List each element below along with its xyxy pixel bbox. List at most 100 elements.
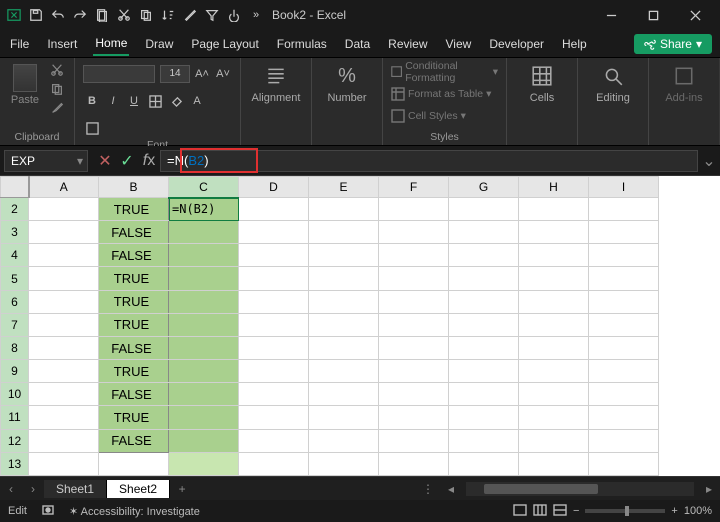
macro-record-icon[interactable]: [41, 503, 55, 520]
cell[interactable]: [169, 313, 239, 336]
cell[interactable]: TRUE: [99, 360, 169, 383]
row-header[interactable]: 9: [1, 360, 29, 383]
zoom-in-button[interactable]: +: [671, 505, 677, 517]
cell[interactable]: [169, 406, 239, 429]
cell[interactable]: [449, 452, 519, 475]
cell[interactable]: [379, 267, 449, 290]
minimize-button[interactable]: [596, 3, 626, 27]
cell[interactable]: [29, 429, 99, 452]
cell[interactable]: [519, 383, 589, 406]
column-header[interactable]: D: [239, 177, 309, 198]
copy-icon[interactable]: [136, 5, 156, 25]
new-file-icon[interactable]: [92, 5, 112, 25]
cell[interactable]: [379, 198, 449, 221]
row-header[interactable]: 7: [1, 313, 29, 336]
column-header[interactable]: H: [519, 177, 589, 198]
cell[interactable]: FALSE: [99, 336, 169, 359]
cell[interactable]: [169, 221, 239, 244]
cell[interactable]: [309, 429, 379, 452]
cell[interactable]: [449, 313, 519, 336]
row-header[interactable]: 8: [1, 336, 29, 359]
cell[interactable]: [519, 290, 589, 313]
underline-button[interactable]: U: [125, 92, 143, 110]
bold-button[interactable]: B: [83, 92, 101, 110]
cell[interactable]: [239, 360, 309, 383]
cell[interactable]: [519, 406, 589, 429]
cell[interactable]: [239, 221, 309, 244]
cell[interactable]: [589, 221, 659, 244]
conditional-formatting-button[interactable]: Conditional Formatting ▾: [391, 62, 498, 82]
cell[interactable]: [239, 244, 309, 267]
cell-styles-button[interactable]: Cell Styles ▾: [391, 106, 466, 126]
column-header[interactable]: I: [589, 177, 659, 198]
expand-formula-bar-icon[interactable]: ⌄: [698, 151, 720, 171]
column-header[interactable]: A: [29, 177, 99, 198]
cell[interactable]: [239, 313, 309, 336]
increase-font-icon[interactable]: A˄: [193, 65, 211, 83]
close-button[interactable]: [680, 3, 710, 27]
tab-draw[interactable]: Draw: [143, 33, 175, 55]
column-header[interactable]: C: [169, 177, 239, 198]
format-painter-icon[interactable]: [48, 100, 66, 116]
tab-data[interactable]: Data: [343, 33, 372, 55]
alignment-button[interactable]: Alignment: [249, 62, 303, 104]
cell[interactable]: [379, 406, 449, 429]
cell[interactable]: TRUE: [99, 198, 169, 221]
view-page-layout-icon[interactable]: [533, 504, 547, 519]
cell[interactable]: [449, 429, 519, 452]
cell[interactable]: [169, 452, 239, 475]
cell[interactable]: [379, 244, 449, 267]
row-header[interactable]: 3: [1, 221, 29, 244]
decrease-font-icon[interactable]: A˅: [214, 65, 232, 83]
cell[interactable]: [309, 406, 379, 429]
worksheet-grid[interactable]: ABCDEFGHI2TRUE=N(B2)3FALSE4FALSE5TRUE6TR…: [0, 176, 720, 476]
cell[interactable]: [519, 429, 589, 452]
cell[interactable]: FALSE: [99, 244, 169, 267]
cell[interactable]: [29, 221, 99, 244]
number-button[interactable]: %Number: [320, 62, 374, 104]
paste-button[interactable]: Paste: [8, 62, 42, 106]
sheet-nav-prev[interactable]: ‹: [0, 482, 22, 496]
more-icon[interactable]: »: [246, 5, 266, 25]
cell[interactable]: [589, 313, 659, 336]
cell[interactable]: [379, 313, 449, 336]
cell[interactable]: [309, 336, 379, 359]
cell[interactable]: TRUE: [99, 313, 169, 336]
cell[interactable]: FALSE: [99, 383, 169, 406]
editing-button[interactable]: Editing: [586, 62, 640, 104]
row-header[interactable]: 11: [1, 406, 29, 429]
cell[interactable]: [449, 267, 519, 290]
cell[interactable]: [29, 360, 99, 383]
zoom-slider[interactable]: [585, 509, 665, 513]
cell[interactable]: [589, 429, 659, 452]
row-header[interactable]: 2: [1, 198, 29, 221]
cell[interactable]: [239, 429, 309, 452]
cancel-icon[interactable]: ✕: [94, 150, 116, 172]
borders-icon[interactable]: [83, 119, 101, 137]
cell[interactable]: [589, 383, 659, 406]
cell[interactable]: [449, 336, 519, 359]
horizontal-scrollbar[interactable]: [466, 482, 694, 496]
cell[interactable]: [449, 244, 519, 267]
add-sheet-button[interactable]: +: [170, 482, 194, 496]
cell[interactable]: [519, 244, 589, 267]
cell[interactable]: [239, 406, 309, 429]
cell[interactable]: [309, 452, 379, 475]
tab-home[interactable]: Home: [93, 32, 129, 56]
cell[interactable]: [519, 452, 589, 475]
column-header[interactable]: F: [379, 177, 449, 198]
cell[interactable]: =N(B2): [169, 198, 239, 221]
cell[interactable]: [519, 360, 589, 383]
cell[interactable]: FALSE: [99, 429, 169, 452]
cell[interactable]: [239, 336, 309, 359]
cell[interactable]: FALSE: [99, 221, 169, 244]
cell[interactable]: [29, 267, 99, 290]
cell[interactable]: [589, 267, 659, 290]
cell[interactable]: [29, 244, 99, 267]
cell[interactable]: [169, 360, 239, 383]
addins-button[interactable]: Add-ins: [657, 62, 711, 104]
cell[interactable]: [379, 221, 449, 244]
cell[interactable]: [169, 290, 239, 313]
column-header[interactable]: E: [309, 177, 379, 198]
sheet-tab[interactable]: Sheet1: [44, 480, 107, 498]
